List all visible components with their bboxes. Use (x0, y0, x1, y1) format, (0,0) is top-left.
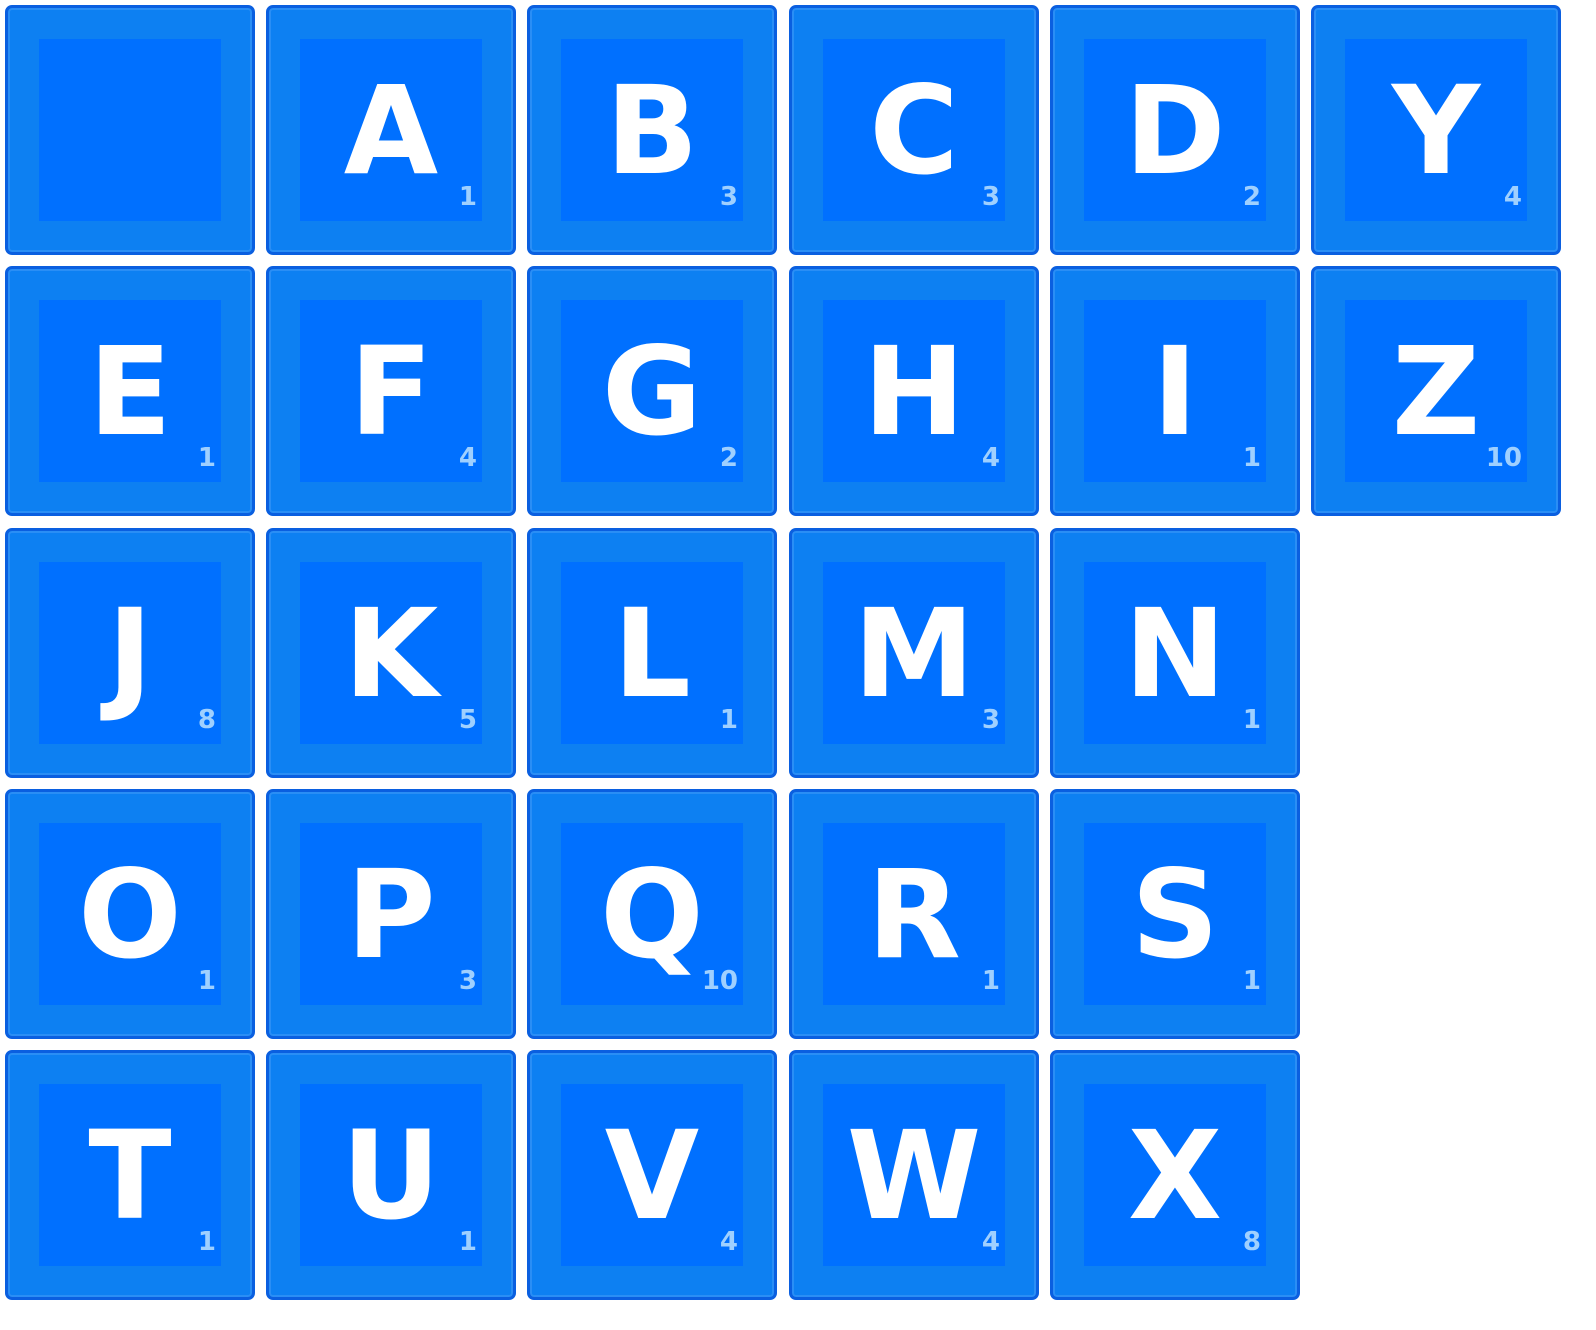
tile-letter: Q (600, 844, 704, 986)
tile-points: 4 (458, 443, 477, 473)
tile-blank[interactable] (5, 5, 255, 255)
tile-points: 3 (981, 182, 1000, 212)
tile-points: 1 (197, 443, 216, 473)
tile-points: 4 (981, 443, 1000, 473)
tile-points: 10 (701, 966, 738, 996)
tile-letter: G (601, 321, 703, 463)
tile-g[interactable]: G 2 (527, 266, 777, 516)
tile-z[interactable]: Z 10 (1311, 266, 1561, 516)
tile-points: 2 (719, 443, 738, 473)
tile-b[interactable]: B 3 (527, 5, 777, 255)
tile-points: 3 (458, 966, 477, 996)
tile-letter: E (88, 321, 172, 463)
tile-letter: A (343, 60, 439, 202)
tile-r[interactable]: R 1 (789, 789, 1039, 1039)
tile-letter: K (343, 583, 439, 725)
tile-t[interactable]: T 1 (5, 1050, 255, 1300)
tile-points: 1 (197, 1227, 216, 1257)
tile-letter: R (867, 844, 961, 986)
tile-face (39, 39, 221, 221)
tile-points: 4 (1503, 182, 1522, 212)
tile-f[interactable]: F 4 (266, 266, 516, 516)
tile-letter: H (862, 321, 966, 463)
tile-board: A 1 B 3 C 3 D 2 Y 4 E 1 F 4 G 2 H 4 I 1 … (0, 0, 1596, 1330)
tile-w[interactable]: W 4 (789, 1050, 1039, 1300)
tile-s[interactable]: S 1 (1050, 789, 1300, 1039)
tile-points: 1 (1242, 966, 1261, 996)
tile-l[interactable]: L 1 (527, 528, 777, 778)
tile-letter: T (88, 1105, 172, 1247)
tile-points: 4 (719, 1227, 738, 1257)
tile-letter: D (1124, 60, 1226, 202)
tile-points: 1 (1242, 443, 1261, 473)
tile-points: 3 (719, 182, 738, 212)
tile-letter: N (1123, 583, 1227, 725)
tile-points: 1 (458, 1227, 477, 1257)
tile-a[interactable]: A 1 (266, 5, 516, 255)
tile-letter: V (604, 1105, 700, 1247)
tile-u[interactable]: U 1 (266, 1050, 516, 1300)
tile-letter: J (107, 583, 153, 725)
tile-o[interactable]: O 1 (5, 789, 255, 1039)
tile-points: 1 (458, 182, 477, 212)
tile-letter: F (349, 321, 433, 463)
tile-letter: Y (1391, 60, 1481, 202)
tile-points: 2 (1242, 182, 1261, 212)
tile-j[interactable]: J 8 (5, 528, 255, 778)
tile-k[interactable]: K 5 (266, 528, 516, 778)
tile-m[interactable]: M 3 (789, 528, 1039, 778)
tile-points: 1 (719, 705, 738, 735)
tile-letter: B (605, 60, 699, 202)
tile-q[interactable]: Q 10 (527, 789, 777, 1039)
tile-v[interactable]: V 4 (527, 1050, 777, 1300)
tile-points: 5 (458, 705, 477, 735)
tile-x[interactable]: X 8 (1050, 1050, 1300, 1300)
tile-letter: I (1152, 321, 1198, 463)
tile-h[interactable]: H 4 (789, 266, 1039, 516)
tile-letter: U (341, 1105, 441, 1247)
tile-letter: L (613, 583, 691, 725)
tile-letter: P (346, 844, 436, 986)
tile-points: 10 (1485, 443, 1522, 473)
tile-points: 1 (197, 966, 216, 996)
tile-p[interactable]: P 3 (266, 789, 516, 1039)
tile-points: 1 (981, 966, 1000, 996)
tile-n[interactable]: N 1 (1050, 528, 1300, 778)
tile-letter: S (1131, 844, 1219, 986)
tile-letter: X (1127, 1105, 1223, 1247)
tile-points: 8 (197, 705, 216, 735)
tile-points: 4 (981, 1227, 1000, 1257)
tile-letter: W (846, 1105, 982, 1247)
tile-points: 3 (981, 705, 1000, 735)
tile-e[interactable]: E 1 (5, 266, 255, 516)
tile-y[interactable]: Y 4 (1311, 5, 1561, 255)
tile-letter: Z (1391, 321, 1481, 463)
tile-d[interactable]: D 2 (1050, 5, 1300, 255)
tile-c[interactable]: C 3 (789, 5, 1039, 255)
tile-points: 1 (1242, 705, 1261, 735)
tile-i[interactable]: I 1 (1050, 266, 1300, 516)
tile-letter: O (78, 844, 182, 986)
tile-letter: M (853, 583, 975, 725)
tile-points: 8 (1242, 1227, 1261, 1257)
tile-letter: C (869, 60, 959, 202)
